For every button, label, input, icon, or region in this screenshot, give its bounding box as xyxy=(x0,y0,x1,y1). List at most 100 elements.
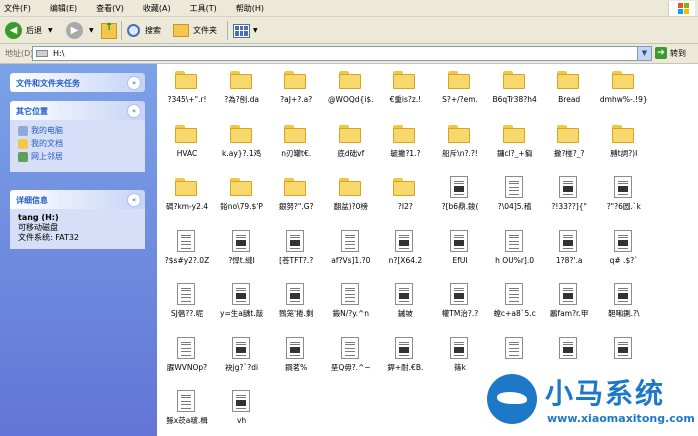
folder-item[interactable]: S?+/?em. xyxy=(432,67,488,111)
collapse-chevron-icon[interactable]: « xyxy=(127,104,141,118)
folder-item[interactable]: 鋊no\79.$'P xyxy=(214,174,270,218)
menu-item[interactable]: 收藏(A) xyxy=(143,2,171,15)
file-item[interactable]: 袂jg?`?di xyxy=(214,335,270,379)
file-item[interactable]: [苍TFT?.? xyxy=(268,228,324,272)
back-button[interactable]: ◀ 后退 ▼ xyxy=(5,21,53,40)
place-network[interactable]: 网上邻居 xyxy=(10,150,145,163)
task-pane: 文件和文件夹任务 » 其它位置 « 我的电脑 我的文档 网上邻居 详细信息 « … xyxy=(0,64,157,436)
file-item[interactable]: 銲+耐.€B. xyxy=(377,335,433,379)
menu-item[interactable]: 查看(V) xyxy=(96,2,124,15)
views-dropdown-icon: ▼ xyxy=(253,27,258,34)
back-dropdown-icon[interactable]: ▼ xyxy=(48,27,53,34)
places-panel-title: 其它位置 xyxy=(16,107,48,116)
folder-item[interactable]: 膊t詞?)I xyxy=(596,121,652,165)
file-item[interactable]: ?!33??]{" xyxy=(541,174,597,218)
forward-button[interactable]: ▶ ▼ xyxy=(66,21,94,40)
forward-arrow-icon: ▶ xyxy=(66,22,83,39)
go-arrow-icon: ➔ xyxy=(655,47,667,59)
file-item[interactable]: ?悍t.縫I xyxy=(214,228,270,272)
item-label: vh xyxy=(236,416,247,425)
folder-icon xyxy=(393,124,416,143)
details-panel-header[interactable]: 详细信息 « xyxy=(10,190,145,209)
place-my-computer[interactable]: 我的电脑 xyxy=(10,124,145,137)
file-item[interactable]: h OU%r].0 xyxy=(487,228,543,272)
folder-item[interactable]: ?為?刨.da xyxy=(214,67,270,111)
go-button[interactable]: ➔ 转到 xyxy=(655,47,686,59)
folder-item[interactable]: @WOQd{i$. xyxy=(323,67,379,111)
file-item[interactable]: 鏚坡 xyxy=(377,281,433,325)
address-input[interactable]: H:\ ▼ xyxy=(32,46,652,61)
file-item[interactable]: 鷵fam?r.甲 xyxy=(541,281,597,325)
file-item[interactable]: af?Vs]1.?0 xyxy=(323,228,379,272)
address-dropdown-icon[interactable]: ▼ xyxy=(637,47,651,60)
folder-item[interactable]: 鏞cl?_+匔 xyxy=(487,121,543,165)
folder-item[interactable]: k.ay}?.1鸡 xyxy=(214,121,270,165)
file-item[interactable]: 脲WVNOp? xyxy=(159,335,215,379)
file-item[interactable]: ?"?6圆.`k xyxy=(596,174,652,218)
file-item[interactable]: 鷚笼'捲.剩 xyxy=(268,281,324,325)
file-item[interactable]: y=生a龋t.敲 xyxy=(214,281,270,325)
tasks-panel-header[interactable]: 文件和文件夹任务 » xyxy=(10,73,145,92)
menu-item[interactable]: 工具(T) xyxy=(190,2,217,15)
menu-item[interactable]: 帮助(H) xyxy=(236,2,264,15)
menu-item[interactable]: 编辑(E) xyxy=(50,2,77,15)
place-my-documents[interactable]: 我的文档 xyxy=(10,137,145,150)
folder-item[interactable]: ?I2? xyxy=(377,174,433,218)
folder-icon xyxy=(611,71,634,89)
file-item[interactable]: 權TM治?.? xyxy=(432,281,488,325)
folder-item[interactable]: 底d础vf xyxy=(323,121,379,165)
file-icon xyxy=(286,229,305,252)
file-item[interactable]: 鋼茗% xyxy=(268,335,324,379)
file-item[interactable]: q# .$?` xyxy=(596,228,652,272)
file-item[interactable]: 螳c+a8`5.c xyxy=(487,281,543,325)
file-system: 文件系统: FAT32 xyxy=(18,233,80,242)
item-label: 篠k xyxy=(454,362,466,372)
views-icon xyxy=(233,23,250,38)
menu-item[interactable]: 文件(F) xyxy=(4,2,31,15)
search-button[interactable]: 搜索 xyxy=(127,21,161,40)
places-panel-header[interactable]: 其它位置 « xyxy=(10,101,145,120)
folder-item[interactable]: 碉?km-y2.4 xyxy=(159,174,215,218)
toolbar-separator xyxy=(121,21,122,40)
folder-item[interactable]: HVAC xyxy=(159,121,215,165)
folder-item[interactable]: ?aJ+?.a? xyxy=(268,67,324,111)
file-item[interactable]: n?[X64.2 xyxy=(377,228,433,272)
folder-icon xyxy=(284,71,307,89)
file-item[interactable]: vh xyxy=(214,388,270,432)
folder-item[interactable]: dmhw%-.!9} xyxy=(596,67,652,111)
file-item[interactable]: 1?8?'.a xyxy=(541,228,597,272)
folder-item[interactable]: B6qTr38?h4 xyxy=(487,67,543,111)
file-item[interactable]: SJ倡??.呢 xyxy=(159,281,215,325)
folder-item[interactable]: ?345\+".r! xyxy=(159,67,215,111)
file-item[interactable]: 鍛N/?y.^n xyxy=(323,281,379,325)
folders-button[interactable]: 文件夹 xyxy=(173,21,217,40)
folder-item[interactable]: €重is?z.! xyxy=(377,67,433,111)
forward-dropdown-icon[interactable]: ▼ xyxy=(89,27,94,34)
file-item[interactable]: ?[b6鼎.鋑( xyxy=(432,174,488,218)
drive-icon xyxy=(36,50,48,57)
up-button[interactable]: ↑ xyxy=(101,21,117,40)
places-list: 我的电脑 我的文档 网上邻居 xyxy=(10,120,145,172)
file-item[interactable]: ?$s#y2?.0Z xyxy=(159,228,215,272)
folder-icon xyxy=(175,124,197,143)
tasks-panel-title: 文件和文件夹任务 xyxy=(16,79,80,88)
folder-item[interactable]: 撒?椪?_? xyxy=(541,121,597,165)
file-item[interactable]: 垩Q毋?.^~ xyxy=(323,335,379,379)
folder-item[interactable]: n刃罐t€. xyxy=(268,121,324,165)
file-item[interactable]: ?\04]5.稽 xyxy=(487,174,543,218)
folder-item[interactable]: 銀努?".G? xyxy=(268,174,324,218)
file-item[interactable]: 靼啝鍘.?\ xyxy=(596,281,652,325)
menu-bar: 文件(F) 编辑(E) 查看(V) 收藏(A) 工具(T) 帮助(H) xyxy=(0,0,698,17)
collapse-chevron-icon[interactable]: « xyxy=(127,193,141,207)
expand-chevron-icon[interactable]: » xyxy=(127,76,141,90)
go-label: 转到 xyxy=(670,48,686,58)
views-button[interactable]: ▼ xyxy=(233,21,258,40)
file-item[interactable]: 鲧x莰a啵.楫 xyxy=(159,388,215,432)
file-item[interactable]: 篠k xyxy=(432,335,488,379)
folder-item[interactable]: Bread xyxy=(541,67,597,111)
folder-item[interactable]: 船斥\n?.?! xyxy=(432,121,488,165)
windows-logo-icon xyxy=(668,1,695,16)
folder-item[interactable]: 翻盆)?0榜 xyxy=(323,174,379,218)
folder-item[interactable]: 毓撇?1.? xyxy=(377,121,433,165)
file-item[interactable]: EfUI xyxy=(432,228,488,272)
